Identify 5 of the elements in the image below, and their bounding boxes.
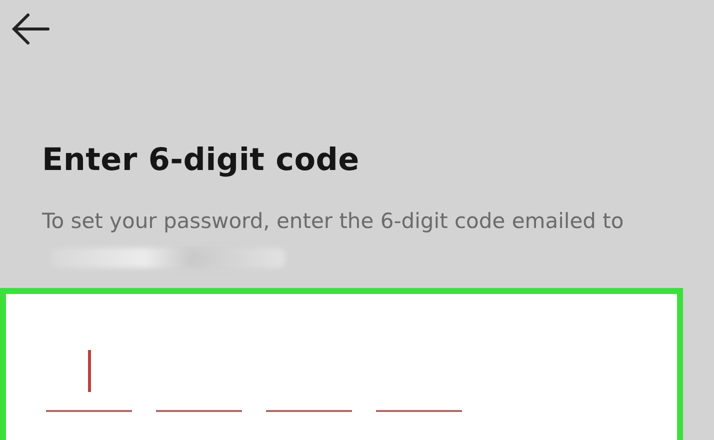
text-cursor — [88, 350, 90, 392]
code-digit-field[interactable] — [46, 350, 132, 412]
instruction-text: To set your password, enter the 6-digit code emailed to — [42, 204, 642, 274]
back-arrow-icon[interactable] — [10, 12, 50, 46]
page-title: Enter 6-digit code — [42, 142, 360, 178]
